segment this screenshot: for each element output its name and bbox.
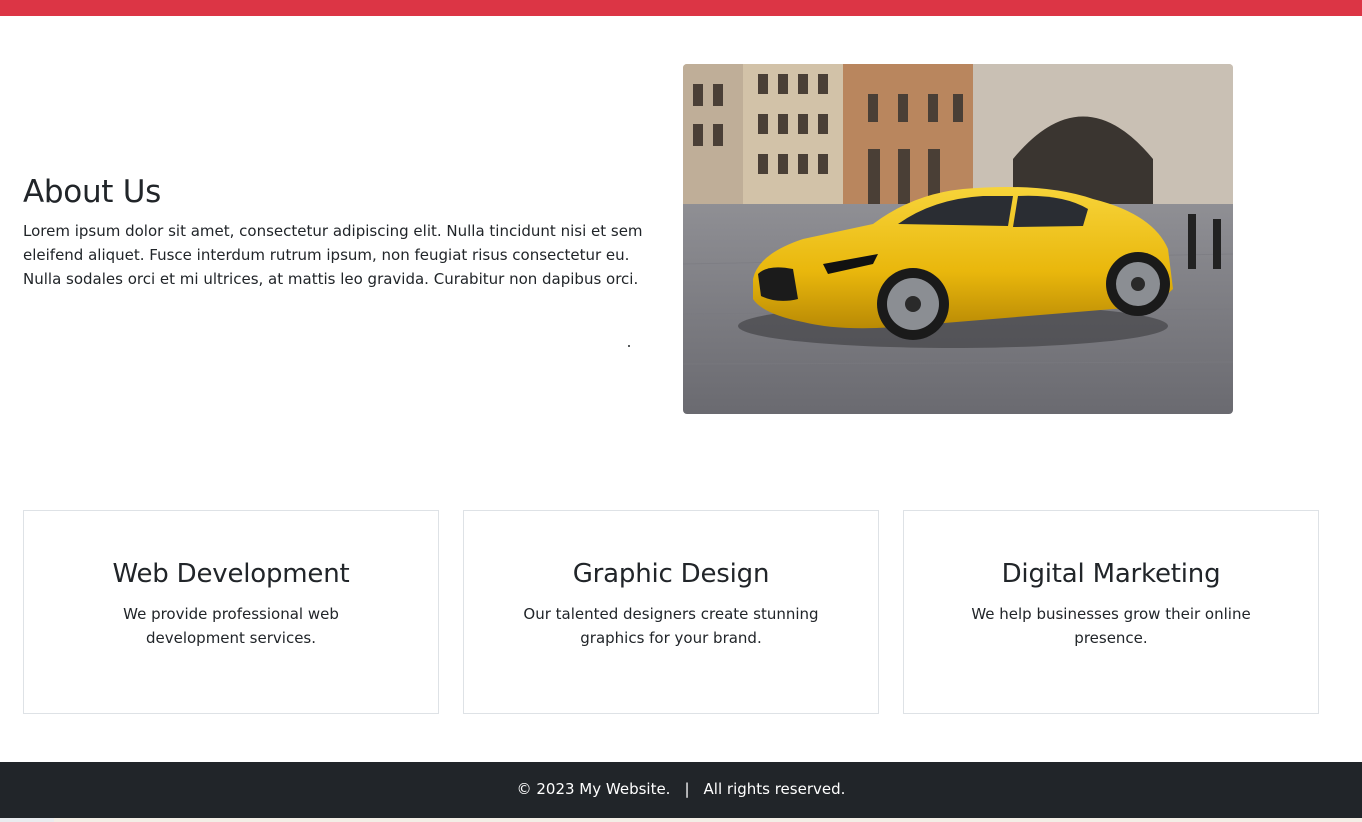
browser-bottom-edge-left (0, 818, 54, 822)
service-card-text: Our talented designers create stunning g… (523, 605, 819, 647)
service-card-title: Digital Marketing (1001, 559, 1221, 589)
footer: © 2023 My Website. | All rights reserved. (0, 762, 1362, 818)
service-card-title: Web Development (112, 559, 350, 589)
service-card-web-development: Web Development We provide professional … (23, 510, 439, 714)
footer-rights: All rights reserved. (703, 780, 846, 798)
footer-copyright: © 2023 My Website. (516, 780, 671, 798)
browser-bottom-edge (0, 818, 1362, 822)
top-accent-bar (0, 0, 1362, 16)
about-text: Lorem ipsum dolor sit amet, consectetur … (23, 222, 643, 288)
service-card-graphic-design: Graphic Design Our talented designers cr… (463, 510, 879, 714)
about-title: About Us (23, 174, 161, 210)
car-image (683, 64, 1233, 414)
service-card-text: We provide professional web development … (123, 605, 339, 647)
service-card-title: Graphic Design (572, 559, 770, 589)
service-card-text: We help businesses grow their online pre… (971, 605, 1251, 647)
footer-separator: | (684, 780, 690, 798)
stray-dot (628, 345, 630, 347)
footer-text: © 2023 My Website. | All rights reserved. (0, 780, 1362, 798)
service-card-digital-marketing: Digital Marketing We help businesses gro… (903, 510, 1319, 714)
